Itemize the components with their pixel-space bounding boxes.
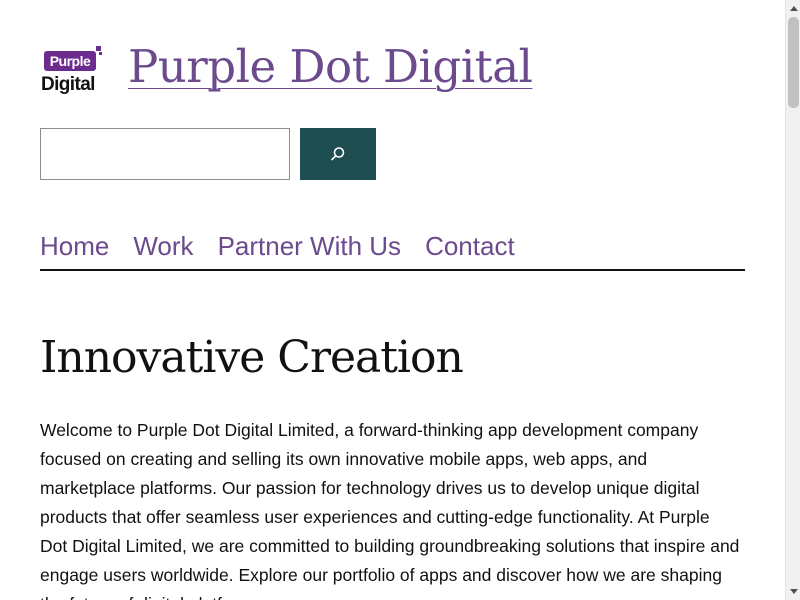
search-button[interactable] xyxy=(300,128,376,180)
site-title-link[interactable]: Purple Dot Digital xyxy=(128,40,533,93)
main-navigation: Home Work Partner With Us Contact xyxy=(40,228,745,271)
scroll-up-button[interactable] xyxy=(786,0,800,17)
search-input[interactable] xyxy=(40,128,290,180)
search-icon xyxy=(331,147,345,161)
chevron-down-icon xyxy=(789,589,798,594)
chevron-up-icon xyxy=(789,6,798,11)
logo-dot xyxy=(96,46,101,51)
logo-top-word: Purple xyxy=(44,51,96,71)
intro-paragraph: Welcome to Purple Dot Digital Limited, a… xyxy=(40,420,740,600)
nav-item-home[interactable]: Home xyxy=(40,228,109,269)
logo-dot-small xyxy=(99,52,102,55)
site-logo[interactable]: Purple Digital xyxy=(40,45,103,99)
nav-item-partner-with-us[interactable]: Partner With Us xyxy=(218,228,402,269)
vertical-scrollbar[interactable] xyxy=(785,0,800,600)
scroll-down-button[interactable] xyxy=(786,583,800,600)
nav-item-work[interactable]: Work xyxy=(133,228,193,269)
scroll-thumb[interactable] xyxy=(788,17,799,108)
page: Purple Digital Purple Dot Digital Home W… xyxy=(0,0,785,600)
logo-bottom-word: Digital xyxy=(41,74,95,95)
page-heading: Innovative Creation xyxy=(40,332,464,383)
nav-item-contact[interactable]: Contact xyxy=(425,228,515,269)
